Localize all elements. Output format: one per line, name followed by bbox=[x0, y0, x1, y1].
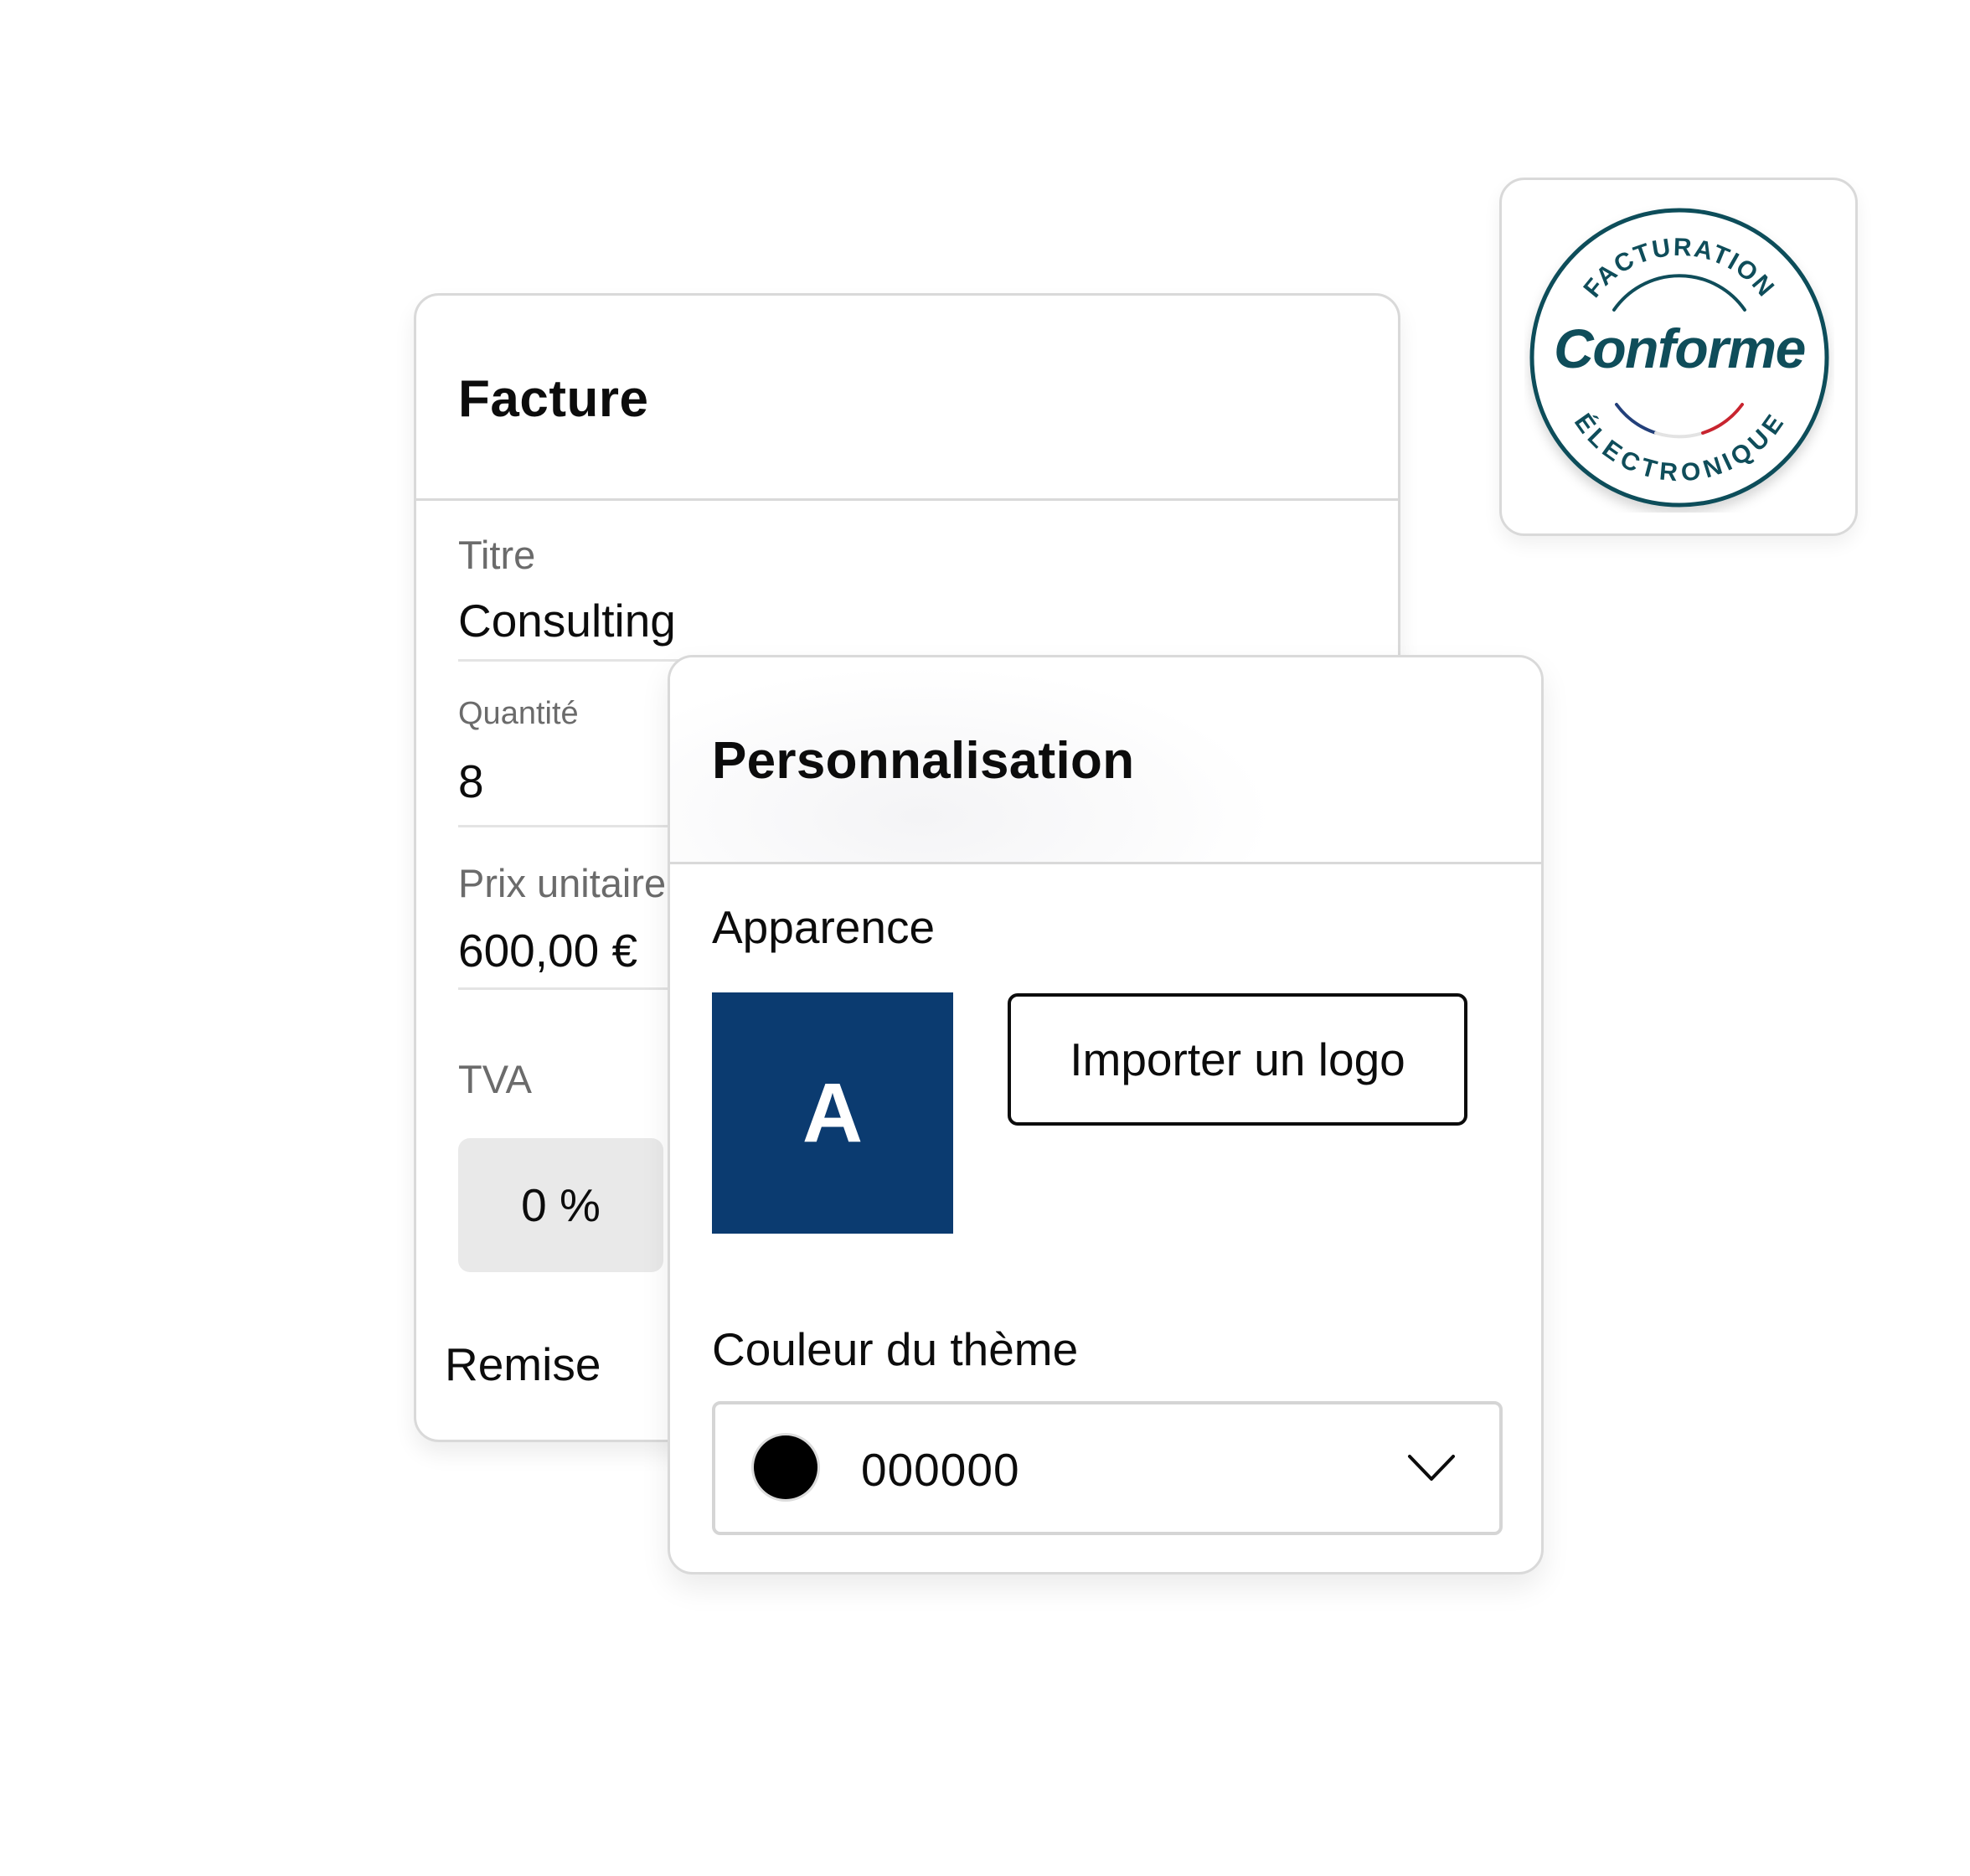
customization-card: Personnalisation Apparence A Importer un… bbox=[668, 655, 1544, 1574]
theme-color-select[interactable]: 000000 bbox=[712, 1401, 1503, 1535]
unit-price-field-value[interactable]: 600,00 € bbox=[458, 924, 637, 977]
customization-header: Personnalisation bbox=[670, 657, 1541, 864]
invoice-title: Facture bbox=[458, 370, 649, 428]
logo-letter: A bbox=[802, 1065, 864, 1160]
title-field-value[interactable]: Consulting bbox=[458, 594, 676, 647]
vat-label: TVA bbox=[458, 1057, 532, 1101]
unit-price-field-label: Prix unitaire bbox=[458, 861, 667, 905]
appearance-label: Apparence bbox=[712, 901, 936, 953]
discount-label: Remise bbox=[445, 1338, 601, 1390]
theme-color-label: Couleur du thème bbox=[712, 1323, 1079, 1375]
title-field-label: Titre bbox=[458, 533, 536, 577]
theme-color-value: 000000 bbox=[861, 1444, 1020, 1496]
conformity-seal: FACTURATION ÉLECTRONIQUE Conforme bbox=[1524, 203, 1834, 513]
vat-rate-value: 0 % bbox=[521, 1179, 601, 1231]
logo-preview: A bbox=[712, 992, 953, 1234]
vat-rate-chip[interactable]: 0 % bbox=[458, 1138, 663, 1272]
chevron-down-icon bbox=[1408, 1455, 1455, 1481]
quantity-field-value[interactable]: 8 bbox=[458, 755, 484, 808]
conformity-badge-card: FACTURATION ÉLECTRONIQUE Conforme bbox=[1499, 178, 1858, 536]
invoice-header: Facture bbox=[416, 296, 1398, 501]
badge-main-text: Conforme bbox=[1554, 317, 1806, 379]
quantity-field-label: Quantité bbox=[458, 696, 579, 731]
import-logo-button[interactable]: Importer un logo bbox=[1008, 993, 1467, 1126]
customization-title: Personnalisation bbox=[712, 732, 1135, 790]
color-swatch bbox=[754, 1435, 817, 1499]
